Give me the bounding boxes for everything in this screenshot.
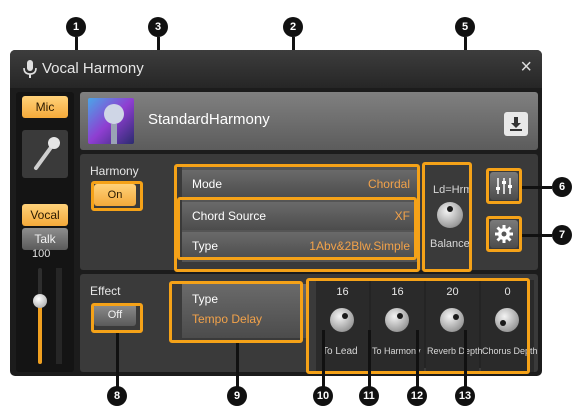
- to-harmony-value: 16: [391, 286, 404, 298]
- mode-value: Chordal: [367, 177, 410, 191]
- chord-source-value: XF: [394, 209, 410, 223]
- effect-type-value: Tempo Delay: [192, 312, 263, 326]
- chorus-depth-value: 0: [504, 286, 511, 298]
- callout-7-leader: [522, 234, 552, 237]
- effect-label: Effect: [90, 284, 121, 298]
- effect-knob-strip: 16 To Lead 16 To Harmony 20 Reverb Depth…: [316, 280, 538, 372]
- chorus-depth-knob-indicator: [500, 320, 506, 326]
- to-lead-value: 16: [336, 286, 349, 298]
- callout-5: 5: [455, 17, 475, 37]
- reverb-depth-label: Reverb Depth: [427, 346, 483, 356]
- save-icon: [510, 117, 522, 131]
- reverb-depth-value: 20: [446, 286, 459, 298]
- settings-button[interactable]: [490, 220, 518, 248]
- sliders-icon: [496, 178, 512, 194]
- harmony-label: Harmony: [90, 164, 139, 178]
- type-row[interactable]: Type 1Abv&2Blw.Simple: [182, 232, 418, 260]
- harmony-section: Harmony On Mode Chordal Chord Source XF …: [80, 154, 538, 270]
- mic-button[interactable]: Mic: [22, 96, 68, 118]
- effect-type-box[interactable]: Type Tempo Delay: [182, 284, 308, 338]
- callout-8: 8: [107, 386, 127, 406]
- chorus-depth-label: Chorus Depth: [482, 346, 538, 356]
- balance-knob[interactable]: [437, 202, 463, 228]
- callout-2: 2: [283, 17, 303, 37]
- save-button[interactable]: [504, 112, 528, 136]
- type-value: 1Abv&2Blw.Simple: [309, 239, 410, 253]
- to-harmony-knob-indicator: [397, 313, 403, 319]
- harmony-params: Mode Chordal Chord Source XF Type 1Abv&2…: [182, 166, 418, 262]
- callout-11: 11: [359, 386, 379, 406]
- callout-8-leader: [116, 333, 119, 387]
- level-meter: [56, 268, 62, 364]
- callout-12-leader: [416, 330, 419, 387]
- mic-icon: [22, 59, 38, 84]
- balance-top-label: Ld=Hrm: [433, 184, 473, 196]
- callout-7: 7: [552, 225, 572, 245]
- talk-button[interactable]: Talk: [22, 228, 68, 250]
- callout-6: 6: [552, 177, 572, 197]
- effect-off-button[interactable]: Off: [94, 304, 136, 326]
- preset-thumbnail: [88, 98, 134, 144]
- chorus-depth-knob[interactable]: [495, 308, 519, 332]
- to-lead-knob-indicator: [342, 313, 348, 319]
- microphone-icon: [22, 130, 68, 178]
- to-lead-label: To Lead: [322, 346, 358, 357]
- to-lead-knob[interactable]: [330, 308, 354, 332]
- effect-section: Effect Off Type Tempo Delay 16 To Lead 1…: [80, 274, 538, 372]
- reverb-depth-knob[interactable]: [440, 308, 464, 332]
- close-button[interactable]: ×: [520, 56, 532, 79]
- to-harmony-label: To Harmony: [372, 346, 421, 356]
- callout-10: 10: [313, 386, 333, 406]
- preset-name: StandardHarmony: [148, 111, 270, 128]
- to-harmony-knob[interactable]: [385, 308, 409, 332]
- balance-knob-indicator: [447, 206, 453, 212]
- callout-1: 1: [66, 17, 86, 37]
- level-fader-fill: [38, 300, 42, 364]
- window-title: Vocal Harmony: [42, 60, 144, 77]
- callout-12: 12: [407, 386, 427, 406]
- chord-source-label: Chord Source: [192, 209, 267, 223]
- preset-bar[interactable]: StandardHarmony: [80, 92, 538, 150]
- callout-9-leader: [236, 343, 239, 387]
- callout-10-leader: [322, 330, 325, 387]
- reverb-depth-knob-indicator: [453, 314, 459, 320]
- callout-9: 9: [227, 386, 247, 406]
- callout-13-leader: [464, 330, 467, 387]
- gear-icon: [495, 225, 513, 243]
- level-value: 100: [32, 248, 51, 260]
- vocal-harmony-window: Vocal Harmony × Mic Vocal Talk 100 Stand…: [10, 50, 542, 376]
- title-bar: Vocal Harmony ×: [10, 50, 542, 88]
- callout-3: 3: [148, 17, 168, 37]
- effect-type-label: Type: [192, 292, 219, 306]
- callout-6-leader: [522, 186, 552, 189]
- vocal-button[interactable]: Vocal: [22, 204, 68, 226]
- mode-row[interactable]: Mode Chordal: [182, 170, 418, 198]
- callout-11-leader: [368, 330, 371, 387]
- balance-label: Balance: [430, 238, 470, 250]
- chord-source-row[interactable]: Chord Source XF: [182, 202, 418, 230]
- level-fader-handle[interactable]: [33, 293, 47, 308]
- type-label: Type: [192, 239, 219, 253]
- left-column: Mic Vocal Talk 100: [16, 92, 74, 372]
- callout-13: 13: [455, 386, 475, 406]
- harmony-on-button[interactable]: On: [94, 184, 136, 206]
- mixer-button[interactable]: [490, 172, 518, 200]
- mode-label: Mode: [192, 177, 223, 191]
